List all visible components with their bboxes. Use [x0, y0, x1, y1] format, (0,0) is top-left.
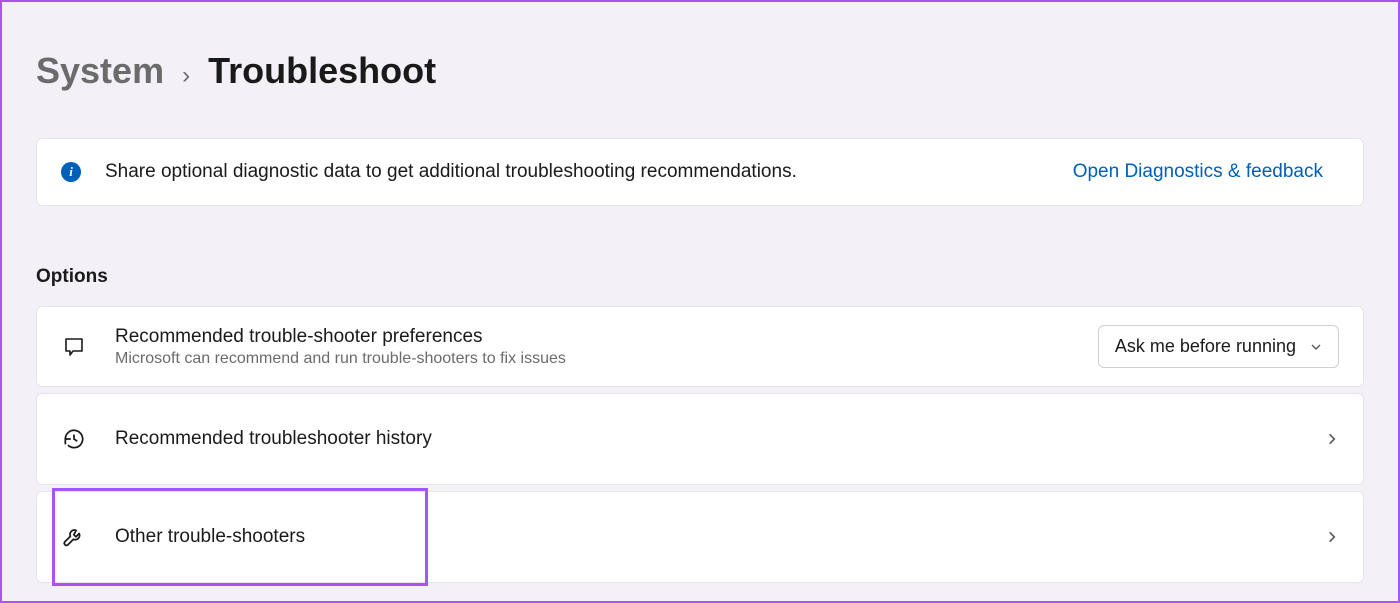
page-title: Troubleshoot — [208, 50, 436, 92]
breadcrumb: System › Troubleshoot — [36, 50, 1364, 92]
chevron-right-icon — [1325, 432, 1339, 446]
preferences-dropdown[interactable]: Ask me before running — [1098, 325, 1339, 368]
chevron-right-icon — [1325, 530, 1339, 544]
chat-icon — [61, 334, 87, 360]
chevron-right-icon: › — [182, 62, 190, 90]
info-icon: i — [61, 162, 81, 182]
option-subtitle: Microsoft can recommend and run trouble-… — [115, 350, 1098, 368]
option-title: Other trouble-shooters — [115, 526, 1325, 548]
option-title: Recommended trouble-shooter preferences — [115, 326, 1098, 348]
option-title: Recommended troubleshooter history — [115, 428, 1325, 450]
breadcrumb-parent-link[interactable]: System — [36, 50, 164, 92]
info-message: Share optional diagnostic data to get ad… — [105, 161, 1073, 183]
wrench-icon — [61, 524, 87, 550]
history-icon — [61, 426, 87, 452]
option-recommended-preferences[interactable]: Recommended trouble-shooter preferences … — [36, 306, 1364, 387]
option-troubleshooter-history[interactable]: Recommended troubleshooter history — [36, 393, 1364, 485]
open-diagnostics-link[interactable]: Open Diagnostics & feedback — [1073, 161, 1323, 183]
option-other-troubleshooters[interactable]: Other trouble-shooters — [36, 491, 1364, 583]
chevron-down-icon — [1310, 341, 1322, 353]
dropdown-value: Ask me before running — [1115, 336, 1296, 357]
info-banner: i Share optional diagnostic data to get … — [36, 138, 1364, 206]
section-heading-options: Options — [36, 266, 1364, 288]
